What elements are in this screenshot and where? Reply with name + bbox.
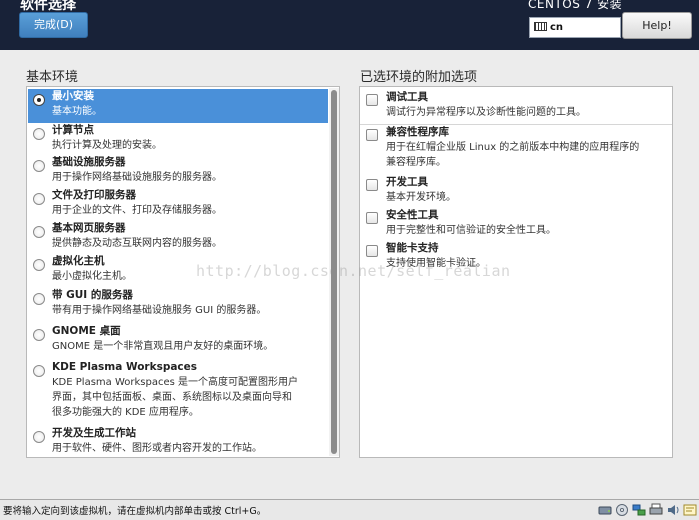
addon-item-compatibility-libraries[interactable]: 兼容性程序库 用于在红帽企业版 Linux 的之前版本中构建的应用程序的 兼容程… <box>360 124 672 170</box>
addons-list: 调试工具 调试行为异常程序以及诊断性能问题的工具。 兼容性程序库 用于在红帽企业… <box>359 86 673 458</box>
message-icon[interactable] <box>683 502 697 516</box>
radio-button[interactable] <box>33 259 45 271</box>
addon-item-smart-card-support[interactable]: 智能卡支持 支持使用智能卡验证。 <box>360 241 672 271</box>
addon-name: 调试工具 <box>386 91 428 103</box>
addon-name: 智能卡支持 <box>386 242 439 254</box>
env-name: 文件及打印服务器 <box>52 189 136 201</box>
addon-name: 安全性工具 <box>386 209 439 221</box>
env-item-file-print-server[interactable]: 文件及打印服务器 用于企业的文件、打印及存储服务器。 <box>28 188 328 218</box>
env-desc: 用于操作网络基础设施服务的服务器。 <box>52 172 222 183</box>
checkbox[interactable] <box>366 212 378 224</box>
checkbox[interactable] <box>366 179 378 191</box>
scrollbar[interactable] <box>329 88 339 456</box>
addon-desc: 支持使用智能卡验证。 <box>386 258 486 269</box>
addon-item-security-tools[interactable]: 安全性工具 用于完整性和可信验证的安全性工具。 <box>360 208 672 238</box>
env-item-virtualization-host[interactable]: 虚拟化主机 最小虚拟化主机。 <box>28 254 328 284</box>
env-item-development-workstation[interactable]: 开发及生成工作站 用于软件、硬件、图形或者内容开发的工作站。 <box>28 426 328 456</box>
printer-icon[interactable] <box>649 502 663 516</box>
env-name: 最小安装 <box>52 90 94 102</box>
keyboard-layout-label: cn <box>550 22 564 33</box>
addon-desc: 调试行为异常程序以及诊断性能问题的工具。 <box>386 107 586 118</box>
keyboard-layout-indicator[interactable]: cn <box>529 17 621 38</box>
env-desc: 带有用于操作网络基础设施服务 GUI 的服务器。 <box>52 305 267 316</box>
addon-desc: 基本开发环境。 <box>386 192 456 203</box>
network-icon[interactable] <box>632 502 646 516</box>
top-header-bar: 软件选择 完成(D) CENTOS 7 安装 cn Help! <box>0 0 699 50</box>
hard-disk-icon[interactable] <box>598 502 612 516</box>
addon-desc: 用于完整性和可信验证的安全性工具。 <box>386 225 556 236</box>
vm-statusbar: 要将输入定向到该虚拟机，请在虚拟机内部单击或按 Ctrl+G。 <box>0 499 699 520</box>
help-button[interactable]: Help! <box>622 12 692 39</box>
status-text: 要将输入定向到该虚拟机，请在虚拟机内部单击或按 Ctrl+G。 <box>3 506 267 517</box>
radio-button[interactable] <box>33 293 45 305</box>
env-desc: 提供静态及动态互联网内容的服务器。 <box>52 238 222 249</box>
vm-device-tray <box>598 502 697 518</box>
env-name: 开发及生成工作站 <box>52 427 136 439</box>
addon-item-development-tools[interactable]: 开发工具 基本开发环境。 <box>360 175 672 205</box>
checkbox[interactable] <box>366 129 378 141</box>
done-button[interactable]: 完成(D) <box>19 12 88 38</box>
env-name: GNOME 桌面 <box>52 325 121 337</box>
env-desc: GNOME 是一个非常直观且用户友好的桌面环境。 <box>52 341 274 352</box>
radio-button[interactable] <box>33 94 45 106</box>
env-item-server-with-gui[interactable]: 带 GUI 的服务器 带有用于操作网络基础设施服务 GUI 的服务器。 <box>28 288 328 318</box>
radio-button[interactable] <box>33 160 45 172</box>
checkbox[interactable] <box>366 245 378 257</box>
addon-desc: 兼容程序库。 <box>386 157 446 168</box>
env-item-minimal[interactable]: 最小安装 基本功能。 <box>28 89 328 123</box>
radio-button[interactable] <box>33 365 45 377</box>
scrollbar-thumb[interactable] <box>331 90 337 454</box>
radio-button[interactable] <box>33 431 45 443</box>
addon-name: 开发工具 <box>386 176 428 188</box>
env-item-kde-plasma[interactable]: KDE Plasma Workspaces KDE Plasma Workspa… <box>28 360 328 420</box>
env-item-gnome-desktop[interactable]: GNOME 桌面 GNOME 是一个非常直观且用户友好的桌面环境。 <box>28 324 328 354</box>
env-name: 虚拟化主机 <box>52 255 105 267</box>
radio-button[interactable] <box>33 329 45 341</box>
env-name: 带 GUI 的服务器 <box>52 289 133 301</box>
env-desc: 执行计算及处理的安装。 <box>52 140 162 151</box>
radio-button[interactable] <box>33 226 45 238</box>
addon-desc: 用于在红帽企业版 Linux 的之前版本中构建的应用程序的 <box>386 142 640 153</box>
env-desc: 界面，其中包括面板、桌面、系统图标以及桌面向导和 <box>52 392 292 403</box>
env-item-infrastructure-server[interactable]: 基础设施服务器 用于操作网络基础设施服务的服务器。 <box>28 155 328 185</box>
base-environment-label: 基本环境 <box>26 70 79 85</box>
env-desc: 很多功能强大的 KDE 应用程序。 <box>52 407 199 418</box>
env-item-basic-web-server[interactable]: 基本网页服务器 提供静态及动态互联网内容的服务器。 <box>28 221 328 251</box>
radio-button[interactable] <box>33 128 45 140</box>
checkbox[interactable] <box>366 94 378 106</box>
sound-icon[interactable] <box>666 502 680 516</box>
addons-label: 已选环境的附加选项 <box>360 70 478 85</box>
product-title: CENTOS 7 安装 <box>528 0 623 11</box>
env-desc: 用于企业的文件、打印及存储服务器。 <box>52 205 222 216</box>
env-desc: 用于软件、硬件、图形或者内容开发的工作站。 <box>52 443 262 454</box>
env-name: KDE Plasma Workspaces <box>52 361 198 373</box>
addon-name: 兼容性程序库 <box>386 126 449 138</box>
base-environment-list: 最小安装 基本功能。 计算节点 执行计算及处理的安装。 基础设施服务器 用于操作… <box>26 86 340 458</box>
keyboard-icon <box>534 22 547 31</box>
env-desc: KDE Plasma Workspaces 是一个高度可配置图形用户 <box>52 377 298 388</box>
env-name: 基本网页服务器 <box>52 222 126 234</box>
env-item-compute-node[interactable]: 计算节点 执行计算及处理的安装。 <box>28 123 328 153</box>
env-desc: 最小虚拟化主机。 <box>52 271 132 282</box>
radio-button[interactable] <box>33 193 45 205</box>
addon-item-debugging-tools[interactable]: 调试工具 调试行为异常程序以及诊断性能问题的工具。 <box>360 90 672 123</box>
cd-drive-icon[interactable] <box>615 502 629 516</box>
env-name: 基础设施服务器 <box>52 156 126 168</box>
env-desc: 基本功能。 <box>52 106 102 117</box>
env-name: 计算节点 <box>52 124 94 136</box>
